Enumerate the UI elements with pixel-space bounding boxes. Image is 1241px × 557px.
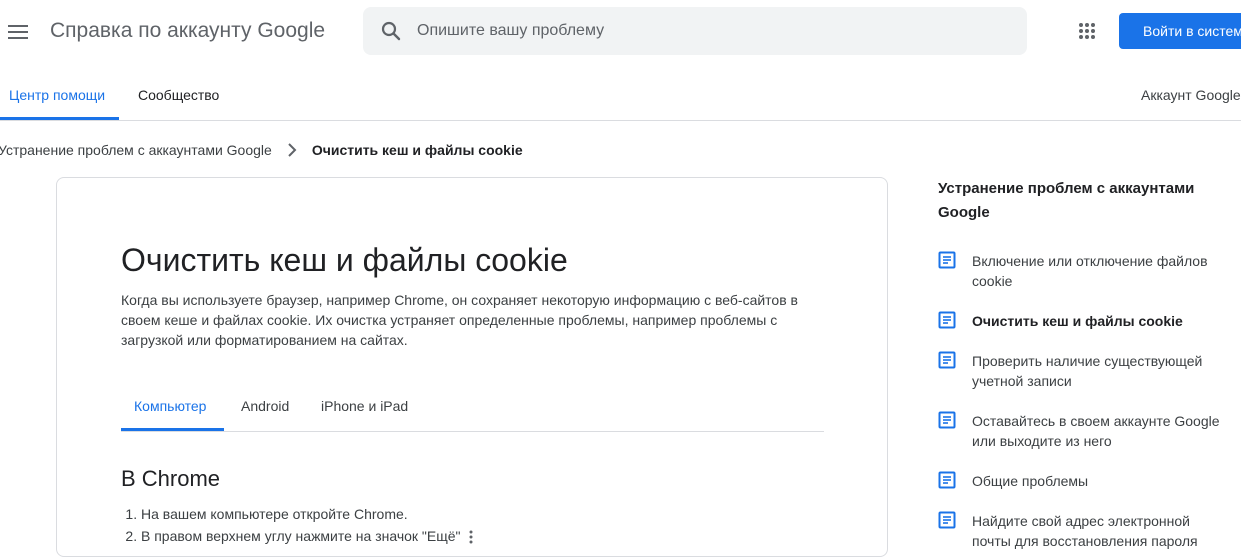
section-heading: В Chrome <box>121 466 221 491</box>
main-menu-button[interactable] <box>4 12 32 52</box>
article-title: Очистить кеш и файлы cookie <box>121 242 568 278</box>
step-text: В правом верхнем углу нажмите на значок … <box>141 528 461 544</box>
document-icon <box>938 471 956 489</box>
step-text: На вашем компьютере откройте Chrome. <box>141 506 408 522</box>
app-title[interactable]: Справка по аккаунту Google <box>50 19 325 43</box>
sidebar-item-label: Проверить наличие существующей учетной з… <box>972 353 1203 389</box>
tab-iphone-ipad[interactable]: iPhone и iPad <box>321 385 408 431</box>
search-icon[interactable] <box>379 19 403 43</box>
article-intro: Когда вы используете браузер, например C… <box>121 292 798 348</box>
tab-android[interactable]: Android <box>241 385 289 431</box>
steps-list: На вашем компьютере откройте Chrome. В п… <box>121 503 473 547</box>
app-header: Справка по аккаунту Google Войти в систе… <box>0 0 1241 64</box>
sidebar-item-label: Очистить кеш и файлы cookie <box>972 313 1183 329</box>
document-icon <box>938 251 956 269</box>
breadcrumb: Устранение проблем с аккаунтами Google О… <box>0 140 523 160</box>
signin-button[interactable]: Войти в систему <box>1119 13 1241 49</box>
google-account-link[interactable]: Аккаунт Google <box>1141 64 1241 120</box>
document-icon <box>938 311 956 329</box>
breadcrumb-parent-link[interactable]: Устранение проблем с аккаунтами Google <box>0 142 272 158</box>
chevron-right-icon <box>288 143 297 157</box>
document-icon <box>938 511 956 529</box>
top-nav: Центр помощи Сообщество Аккаунт Google <box>0 64 1241 121</box>
sidebar-item-label: Включение или отключение файлов cookie <box>972 253 1208 289</box>
google-apps-button[interactable] <box>1072 16 1102 46</box>
platform-tabs: Компьютер Android iPhone и iPad <box>121 385 824 432</box>
tab-computer[interactable]: Компьютер <box>121 385 224 431</box>
article-card: Очистить кеш и файлы cookie Когда вы исп… <box>56 177 888 557</box>
document-icon <box>938 411 956 429</box>
sidebar-item-label: Оставайтесь в своем аккаунте Google или … <box>972 413 1220 449</box>
sidebar-item-label: Общие проблемы <box>972 473 1089 489</box>
more-vert-icon <box>469 530 473 544</box>
search-bar[interactable] <box>363 7 1027 55</box>
tab-help-center[interactable]: Центр помощи <box>0 64 119 120</box>
sidebar-title: Устранение проблем с аккаунтами Google <box>938 180 1195 221</box>
document-icon <box>938 351 956 369</box>
step-item: В правом верхнем углу нажмите на значок … <box>141 525 473 547</box>
apps-grid-icon <box>1079 23 1095 39</box>
hamburger-menu-icon <box>8 25 28 39</box>
sidebar-item-label: Найдите свой адрес электронной почты для… <box>972 513 1198 549</box>
breadcrumb-current: Очистить кеш и файлы cookie <box>311 142 523 158</box>
step-item: На вашем компьютере откройте Chrome. <box>141 503 473 525</box>
tab-community[interactable]: Сообщество <box>138 64 219 120</box>
search-input[interactable] <box>415 7 1005 55</box>
